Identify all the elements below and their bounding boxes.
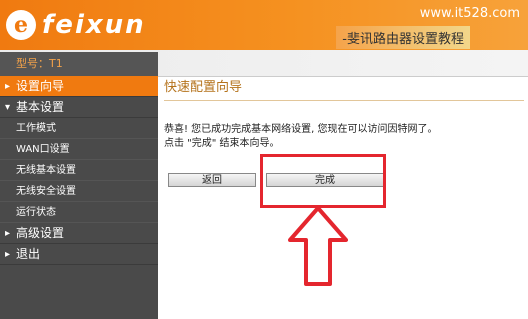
sidebar-item-label: 基本设置 [16,100,65,114]
sidebar-item-setup-wizard[interactable]: ▸ 设置向导 [0,76,158,97]
sidebar-subitem-work-mode[interactable]: 工作模式 [0,118,158,139]
success-message: 恭喜! 您已成功完成基本网络设置, 您现在可以访问因特网了。 [164,124,438,135]
model-label: 型号：T1 [0,52,158,76]
logo-mark-icon: e [6,10,36,40]
logo-text: feixun [42,10,146,40]
arrow-up-icon [288,206,348,286]
sidebar-item-label: 高级设置 [16,226,65,240]
sidebar-item-exit[interactable]: ▸ 退出 [0,244,158,265]
sidebar-subitem-status[interactable]: 运行状态 [0,202,158,223]
highlight-box [260,154,386,208]
page-title: 快速配置向导 [164,80,243,95]
sidebar: ▸ 设置向导 ▾ 基本设置 工作模式 WAN口设置 无线基本设置 无线安全设置 … [0,76,158,319]
chevron-down-icon: ▾ [5,102,11,113]
brand-logo: e feixun [6,9,146,41]
sidebar-item-advanced[interactable]: ▸ 高级设置 [0,223,158,244]
sidebar-item-label: 设置向导 [16,79,65,93]
sidebar-item-basic-settings[interactable]: ▾ 基本设置 [0,97,158,118]
watermark: www.it528.com [419,6,520,21]
finish-hint: 点击 "完成" 结束本向导。 [164,138,280,149]
sidebar-subitem-wireless-security[interactable]: 无线安全设置 [0,181,158,202]
back-button[interactable]: 返回 [168,173,256,187]
title-divider [164,100,524,101]
main-content: 快速配置向导 恭喜! 您已成功完成基本网络设置, 您现在可以访问因特网了。 点击… [158,76,528,319]
sidebar-subitem-wan[interactable]: WAN口设置 [0,139,158,160]
chevron-right-icon: ▸ [5,228,11,239]
chevron-right-icon: ▸ [5,249,11,260]
sidebar-subitem-wireless-basic[interactable]: 无线基本设置 [0,160,158,181]
sidebar-item-label: 退出 [16,247,41,261]
tutorial-caption: -斐讯路由器设置教程 [336,26,470,49]
chevron-right-icon: ▸ [5,81,11,92]
